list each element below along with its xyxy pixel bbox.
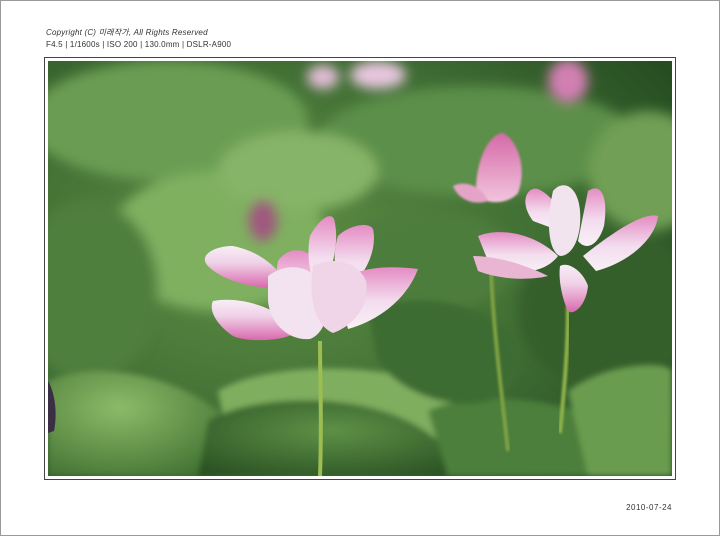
lotus-photo <box>48 61 672 476</box>
copyright-text: Copyright (C) 미래작가, All Rights Reserved <box>46 28 208 37</box>
photo-frame <box>44 57 676 480</box>
lotus-scene <box>48 61 672 476</box>
exif-info-text: F4.5 | 1/1600s | ISO 200 | 130.0mm | DSL… <box>46 40 232 49</box>
date-text: 2010-07-24 <box>626 503 672 512</box>
